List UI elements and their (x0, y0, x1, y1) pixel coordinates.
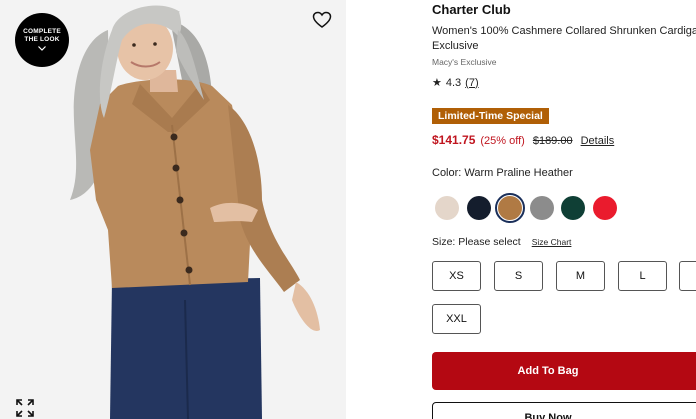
exclusive-note: Macy's Exclusive (432, 57, 497, 67)
chevron-down-icon (38, 45, 46, 53)
product-title-line1: Women's 100% Cashmere Collared Shrunken … (432, 25, 696, 37)
rating[interactable]: ★ 4.3 (7) (432, 76, 479, 90)
brand-name[interactable]: Charter Club (432, 2, 511, 17)
sale-price: $141.75 (432, 133, 476, 147)
product-title: Women's 100% Cashmere Collared Shrunken … (432, 24, 696, 54)
star-icon: ★ (432, 77, 442, 89)
complete-the-look-button[interactable]: COMPLETE THE LOOK (15, 13, 69, 67)
limited-time-badge: Limited-Time Special (432, 108, 549, 124)
expand-image-button[interactable] (16, 399, 34, 417)
size-option-xl[interactable]: XL (679, 261, 696, 291)
color-swatch-dot (435, 196, 459, 220)
price-details-link[interactable]: Details (581, 135, 615, 147)
color-swatch[interactable] (495, 193, 525, 223)
expand-icon (16, 399, 34, 417)
complete-the-look-label: COMPLETE THE LOOK (23, 27, 61, 43)
rating-value: 4.3 (445, 76, 462, 89)
size-chart-link[interactable]: Size Chart (532, 237, 572, 247)
color-swatch[interactable] (464, 193, 494, 223)
wishlist-button[interactable] (311, 9, 333, 31)
size-label: Size: Please select (432, 236, 521, 248)
size-option-l[interactable]: L (618, 261, 667, 291)
color-swatch[interactable] (590, 193, 620, 223)
color-label: Color: Warm Praline Heather (432, 167, 573, 179)
discount-percent: (25% off) (480, 135, 525, 147)
color-swatch-dot (561, 196, 585, 220)
color-swatch[interactable] (558, 193, 588, 223)
size-option-xs[interactable]: XS (432, 261, 481, 291)
size-label-row: Size: Please select Size Chart (432, 236, 571, 248)
product-image-panel[interactable]: COMPLETE THE LOOK (0, 0, 346, 419)
color-swatches (432, 193, 621, 223)
color-swatch[interactable] (527, 193, 557, 223)
color-swatch-dot (529, 196, 554, 220)
review-count-link[interactable]: (7) (465, 77, 478, 89)
heart-icon (312, 11, 332, 28)
color-swatch[interactable] (432, 193, 462, 223)
color-swatch-dot (498, 196, 522, 220)
original-price: $189.00 (532, 135, 573, 147)
size-option-xxl[interactable]: XXL (432, 304, 481, 334)
color-swatch-dot (466, 196, 491, 220)
price-row: $141.75 (25% off) $189.00 Details (432, 133, 614, 147)
size-option-s[interactable]: S (494, 261, 543, 291)
buy-now-button[interactable]: Buy Now (432, 402, 696, 419)
product-title-line2: Exclusive (432, 40, 479, 52)
color-swatch-dot (592, 196, 617, 220)
add-to-bag-button[interactable]: Add To Bag (432, 352, 696, 390)
size-option-m[interactable]: M (556, 261, 605, 291)
